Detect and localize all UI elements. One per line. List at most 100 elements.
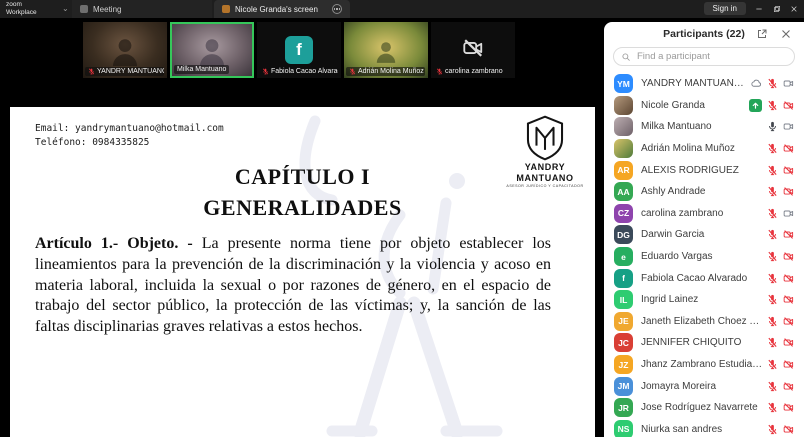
participant-name: Eduardo Vargas xyxy=(641,251,763,262)
participant-status-icons xyxy=(767,229,794,240)
participant-row[interactable]: JC JENNIFER CHIQUITO xyxy=(604,332,804,354)
video-thumb-adrian[interactable]: Adrián Molina Muñoz xyxy=(344,22,428,78)
mic-off-icon xyxy=(436,68,443,75)
avatar: AR xyxy=(614,161,633,180)
tab-shared-screen[interactable]: Nicole Granda's screen xyxy=(214,0,350,18)
shield-monogram-icon xyxy=(526,115,564,161)
participant-name: Nicole Granda xyxy=(641,100,745,111)
video-name-text: YANDRY MANTUANO xyxy=(97,68,164,75)
participant-status-icons xyxy=(751,78,794,89)
participant-name: Darwin Garcia xyxy=(641,229,763,240)
mic-off-icon xyxy=(767,251,778,262)
close-window-button[interactable] xyxy=(787,3,801,15)
participant-row[interactable]: AR ALEXIS RODRÍGUEZ xyxy=(604,159,804,181)
person-silhouette-icon xyxy=(108,35,142,69)
participant-row[interactable]: NS Niurka san andres xyxy=(604,419,804,437)
article-paragraph: Artículo 1.- Objeto. - La presente norma… xyxy=(35,234,551,338)
mic-off-icon xyxy=(767,78,778,89)
mic-off-icon xyxy=(767,143,778,154)
participant-row[interactable]: f Fabiola Cacao Alvarado xyxy=(604,267,804,289)
video-filmstrip: YANDRY MANTUANO Milka Mantuano f Fabiola… xyxy=(0,22,598,78)
app-title-line1: zoom xyxy=(6,1,37,9)
participant-row[interactable]: DG Darwin Garcia xyxy=(604,224,804,246)
restore-button[interactable] xyxy=(770,3,784,15)
participant-row[interactable]: JM Jomayra Moreira xyxy=(604,375,804,397)
avatar: e xyxy=(614,247,633,266)
screen-share-icon xyxy=(749,99,762,112)
participant-list: YM YANDRY MANTUANO (Host, me) Nicole Gra… xyxy=(604,72,804,437)
participant-status-icons xyxy=(767,294,794,305)
chevron-down-icon[interactable]: ⌄ xyxy=(62,5,69,13)
participant-status-icons xyxy=(767,186,794,197)
chapter-subheading: GENERALIDADES xyxy=(10,192,595,223)
avatar xyxy=(614,139,633,158)
participants-header: Participants (22) xyxy=(604,22,804,46)
cam-on-icon xyxy=(783,78,794,89)
participant-search[interactable] xyxy=(613,47,795,66)
video-thumb-yandry[interactable]: YANDRY MANTUANO xyxy=(83,22,167,78)
participant-status-icons xyxy=(767,143,794,154)
cam-off-icon xyxy=(783,186,794,197)
participant-row[interactable]: Nicole Granda xyxy=(604,95,804,117)
tab-meeting[interactable]: Meeting xyxy=(72,0,212,18)
participant-name: Fabiola Cacao Alvarado xyxy=(641,273,763,284)
video-name-label: Adrián Molina Muñoz xyxy=(346,67,425,76)
sign-in-button[interactable]: Sign in xyxy=(704,2,746,15)
mic-off-icon xyxy=(349,68,356,75)
video-name-text: Adrián Molina Muñoz xyxy=(358,68,424,75)
video-name-text: carolina zambrano xyxy=(445,68,503,75)
document-title: CAPÍTULO I GENERALIDADES xyxy=(10,161,595,223)
participant-status-icons xyxy=(767,121,794,132)
cam-off-icon xyxy=(783,165,794,176)
participant-row[interactable]: Adrián Molina Muñoz xyxy=(604,138,804,160)
minimize-button[interactable] xyxy=(752,3,766,15)
app-title-line2: Workplace xyxy=(6,9,37,17)
video-thumb-fabiola[interactable]: f Fabiola Cacao Alvarado xyxy=(257,22,341,78)
video-name-label: carolina zambrano xyxy=(433,67,506,76)
camera-off-icon xyxy=(462,37,484,59)
contact-block: Email: yandrymantuano@hotmail.com Teléfo… xyxy=(35,122,224,150)
tab-options-icon[interactable] xyxy=(332,4,342,14)
video-thumb-milka[interactable]: Milka Mantuano xyxy=(170,22,254,78)
participant-row[interactable]: CZ carolina zambrano xyxy=(604,203,804,225)
participant-status-icons xyxy=(767,273,794,284)
popout-icon[interactable] xyxy=(756,28,768,40)
participant-name: YANDRY MANTUANO (Host, me) xyxy=(641,78,747,89)
search-input[interactable] xyxy=(635,50,787,63)
cam-off-icon xyxy=(783,316,794,327)
participant-row[interactable]: YM YANDRY MANTUANO (Host, me) xyxy=(604,73,804,95)
cam-on-icon xyxy=(783,208,794,219)
participant-status-icons xyxy=(767,165,794,176)
participant-name: JENNIFER CHIQUITO xyxy=(641,337,763,348)
participant-row[interactable]: JZ Jhanz Zambrano Estudiante Pucem xyxy=(604,354,804,376)
participant-row[interactable]: JE Janeth Elizabeth Choez Tigua xyxy=(604,311,804,333)
search-icon xyxy=(621,52,631,62)
article-lead: Artículo 1.- Objeto. - xyxy=(35,235,193,252)
app-title: zoom Workplace xyxy=(6,1,37,17)
mic-off-icon xyxy=(767,402,778,413)
participant-name: Janeth Elizabeth Choez Tigua xyxy=(641,316,763,327)
participant-row[interactable]: Milka Mantuano xyxy=(604,116,804,138)
participant-row[interactable]: JR Jose Rodríguez Navarrete xyxy=(604,397,804,419)
mic-off-icon xyxy=(767,165,778,176)
cam-off-icon xyxy=(783,229,794,240)
video-name-text: Fabiola Cacao Alvarado xyxy=(271,68,338,75)
participant-row[interactable]: AA Ashly Andrade xyxy=(604,181,804,203)
participant-row[interactable]: IL Ingrid Lainez xyxy=(604,289,804,311)
mic-off-icon xyxy=(767,316,778,327)
close-panel-icon[interactable] xyxy=(780,28,792,40)
participant-status-icons xyxy=(767,402,794,413)
participant-row[interactable]: e Eduardo Vargas xyxy=(604,246,804,268)
meeting-tab-icon xyxy=(80,5,88,13)
avatar: JM xyxy=(614,377,633,396)
video-thumb-carolina[interactable]: carolina zambrano xyxy=(431,22,515,78)
avatar: f xyxy=(614,269,633,288)
mic-off-icon xyxy=(767,337,778,348)
chapter-heading: CAPÍTULO I xyxy=(10,161,595,192)
participant-status-icons xyxy=(749,99,794,112)
video-name-text: Milka Mantuano xyxy=(177,66,226,73)
participant-status-icons xyxy=(767,381,794,392)
avatar xyxy=(614,96,633,115)
participant-status-icons xyxy=(767,359,794,370)
cam-off-icon xyxy=(783,337,794,348)
